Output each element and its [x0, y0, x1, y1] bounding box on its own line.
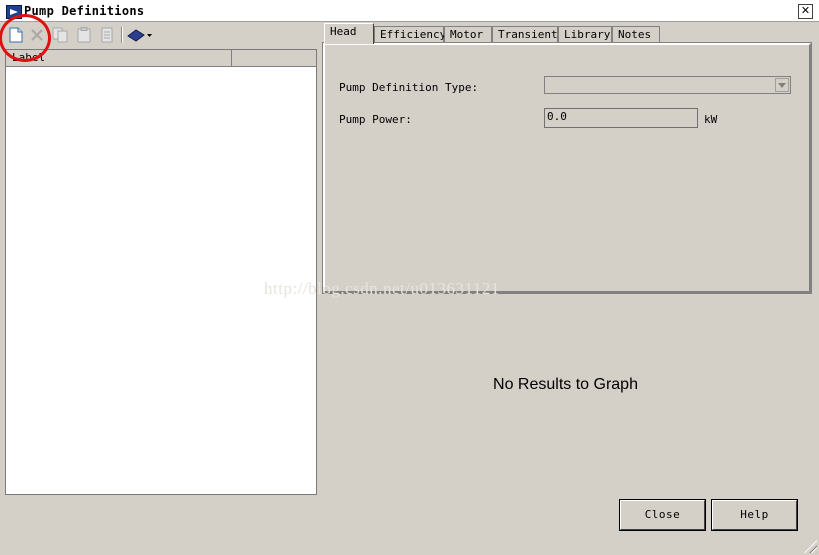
definition-type-select[interactable]	[544, 76, 791, 94]
list-header: Label	[6, 50, 316, 67]
toolbar	[3, 22, 319, 48]
delete-x-icon[interactable]	[28, 26, 46, 44]
help-button[interactable]: Help	[711, 499, 798, 531]
definition-type-label: Pump Definition Type:	[339, 81, 479, 94]
head-tab-content: Pump Definition Type: Pump Power: 0.0 kW	[322, 42, 812, 294]
toolbar-separator	[121, 27, 123, 43]
tab-library[interactable]: Library	[558, 26, 612, 43]
title-bar: Pump Definitions ✕	[0, 0, 819, 22]
definitions-list[interactable]: Label	[5, 49, 317, 495]
window-close-button[interactable]: ✕	[798, 4, 813, 19]
definitions-panel: Label	[0, 14, 319, 497]
tab-strip: Head Efficiency Motor Transient Library …	[322, 22, 812, 44]
app-icon	[6, 5, 22, 19]
chevron-down-icon[interactable]	[775, 78, 789, 92]
tab-efficiency[interactable]: Efficiency	[374, 26, 446, 43]
column-header-label[interactable]: Label	[6, 50, 232, 66]
power-input[interactable]: 0.0	[544, 108, 698, 128]
graph-message: No Results to Graph	[493, 376, 638, 393]
column-header-2[interactable]	[232, 50, 316, 66]
details-panel: Head Efficiency Motor Transient Library …	[322, 22, 812, 294]
power-unit: kW	[704, 113, 718, 126]
paste-icon[interactable]	[75, 26, 93, 44]
tab-head[interactable]: Head	[324, 23, 374, 44]
tab-motor[interactable]: Motor	[444, 26, 492, 43]
window-title: Pump Definitions	[24, 4, 145, 18]
book-dropdown-icon[interactable]	[127, 26, 153, 44]
resize-grip[interactable]	[804, 540, 817, 553]
watermark: http://blog.csdn.net/u013631121	[264, 279, 500, 298]
close-button[interactable]: Close	[619, 499, 706, 531]
power-label: Pump Power:	[339, 113, 412, 126]
copy-icon[interactable]	[51, 26, 69, 44]
properties-icon[interactable]	[98, 26, 116, 44]
new-document-icon[interactable]	[7, 26, 25, 44]
tab-transient[interactable]: Transient	[492, 26, 558, 43]
tab-notes[interactable]: Notes	[612, 26, 660, 43]
